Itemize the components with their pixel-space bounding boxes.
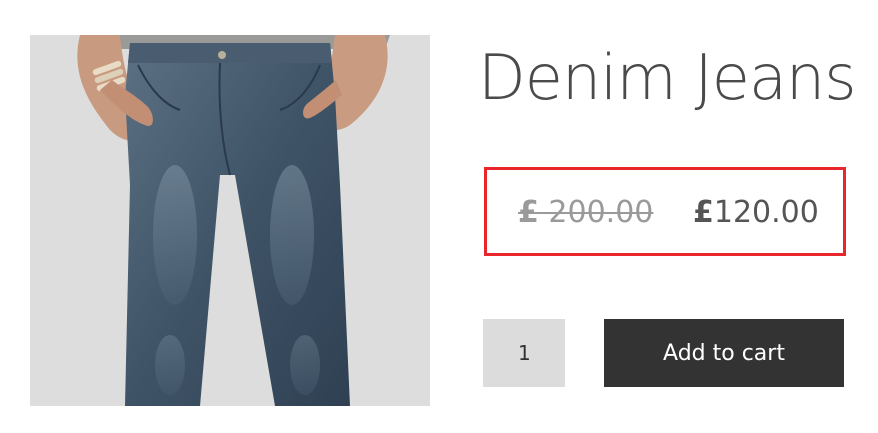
price-box: £ 200.00 £120.00: [484, 167, 846, 256]
jeans-illustration: [77, 35, 390, 406]
new-price-amount: 120.00: [713, 195, 819, 230]
product-image: [30, 35, 430, 406]
quantity-input[interactable]: [483, 319, 565, 387]
product-title: Denim Jeans: [478, 41, 857, 114]
add-to-cart-button[interactable]: Add to cart: [604, 319, 844, 387]
new-price-currency: £: [693, 195, 714, 230]
old-price: £ 200.00: [518, 195, 653, 231]
old-price-currency: £: [518, 195, 539, 230]
old-price-amount: 200.00: [538, 195, 654, 230]
new-price: £120.00: [693, 195, 819, 231]
